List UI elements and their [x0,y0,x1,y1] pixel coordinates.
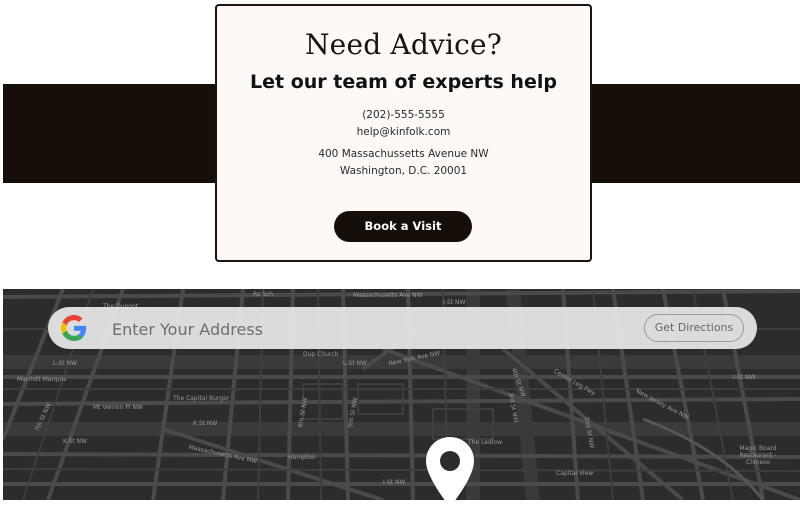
email-address[interactable]: help@kinfolk.com [217,124,590,141]
address-search-input[interactable] [110,316,614,342]
map-label: I-St NW [733,374,756,381]
contact-heading: Need Advice? [304,28,503,61]
map-pin-icon[interactable] [425,437,475,507]
map-label: I-St NW [383,479,406,486]
get-directions-button[interactable]: Get Directions [644,314,744,342]
address-line-2: Washington, D.C. 20001 [339,165,468,177]
map-label: 7th St NW [33,402,53,433]
map-label: Center Leg Fwy [552,367,597,398]
contact-subheading: Let our team of experts help [250,71,557,93]
map-label: New Jersey Ave NW [634,387,690,422]
map-label: Capital View [556,470,594,477]
map-label: I-St NW [443,299,466,306]
map-label: L-St NW [53,360,77,367]
book-visit-button[interactable]: Book a Visit [334,211,472,242]
map-label: Rs Sch [253,291,274,298]
map-label: Hampton [288,454,316,461]
phone-number[interactable]: (202)-555-5555 [217,107,590,124]
address-search-bar[interactable]: Get Directions [48,307,757,349]
map-label: Dup Church [303,351,339,358]
contact-card: Need Advice? Let our team of experts hel… [215,4,592,262]
map-label: K St NW [193,420,218,427]
map-label: Marriott Marquis [17,376,67,383]
map-label: The Capital Burger [173,395,230,402]
map-label: 3rd St NW [507,391,520,424]
map-label: 2nd St NW [582,416,596,449]
map-label: 5th St NW [347,396,360,429]
map-label: L-St NW [343,360,367,367]
map-label: Mt Vernon Pl NW [93,404,143,411]
map-label: Massachusetts Ave NW [353,292,423,299]
map-label: Massachusetts Ave NW [188,443,258,466]
map-label: New York Ave NW [387,349,441,368]
google-logo-icon [61,315,87,341]
map-label: K-St NW [63,438,87,445]
address-line-1: 400 Massachussetts Avenue NW [318,148,489,160]
map-label: 6th St NW [297,396,310,429]
map-label: Magic Board Restaurant - Chinese [739,445,777,466]
